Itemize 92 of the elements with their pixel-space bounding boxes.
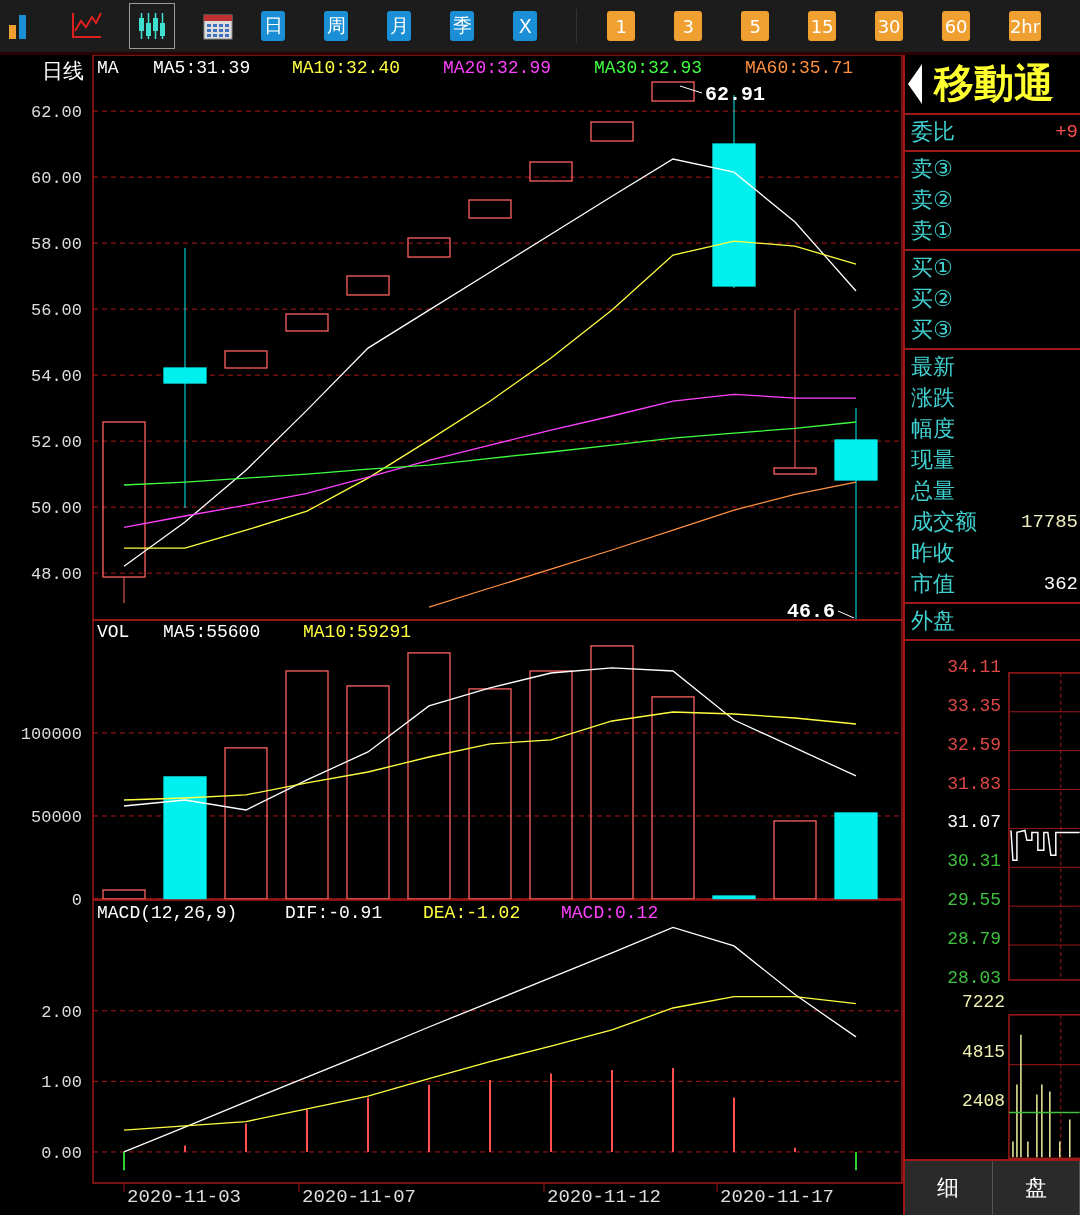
period-button[interactable]: 周 [324, 11, 349, 41]
legend-label: MACD(12,26,9) [97, 903, 238, 923]
axis-label: 29.55 [947, 890, 1001, 910]
axis-label: 48.00 [31, 565, 82, 585]
legend-label: MA5:55600 [163, 622, 261, 642]
legend-label: VOL [97, 622, 130, 642]
axis-label: 28.79 [947, 928, 1001, 949]
axis-label: 58.00 [31, 235, 82, 255]
legend-label: MA60:35.71 [745, 58, 854, 78]
axis-label: 28.03 [947, 967, 1001, 988]
axis-label: 31.83 [947, 773, 1001, 794]
period-button[interactable]: 2hr [1009, 11, 1041, 41]
candlestick [285, 313, 329, 332]
field-label: 买① [911, 254, 953, 283]
legend-label: MA20:32.99 [443, 58, 552, 78]
candlestick [224, 350, 268, 369]
field-value: 17785 [1021, 511, 1078, 534]
period-button[interactable]: 月 [387, 11, 412, 41]
field-label: 总量 [911, 477, 955, 506]
axis-label: 0.00 [41, 1143, 82, 1163]
field-label: 最新 [911, 353, 955, 382]
axis-label: 2408 [961, 1090, 1005, 1111]
date-label: 2020-11-07 [302, 1186, 417, 1208]
date-label: 2020-11-17 [720, 1186, 835, 1208]
candlestick [407, 237, 451, 258]
legend-label: MA10:32.40 [292, 58, 401, 78]
field-label: 委比 [911, 118, 955, 147]
high-price-label: 62.91 [705, 83, 765, 106]
stock-name: 移動通 [934, 59, 1054, 109]
field-label: 买② [911, 285, 953, 314]
axis-label: 34.11 [947, 656, 1001, 677]
leader-line [679, 85, 703, 94]
period-button[interactable]: X [513, 11, 538, 41]
field-label: 涨跌 [911, 384, 955, 413]
date-label: 2020-11-03 [127, 1186, 242, 1208]
axis-label: 56.00 [31, 301, 82, 321]
period-button[interactable]: 30 [875, 11, 904, 41]
left-triangle-icon[interactable] [908, 63, 922, 104]
period-button[interactable]: 1 [607, 11, 636, 41]
axis-label: 32.59 [947, 734, 1001, 755]
axis-label: 33.35 [947, 695, 1001, 716]
legend-label: MACD:0.12 [561, 903, 659, 923]
candlestick [529, 161, 573, 182]
intraday-price-line [1010, 829, 1080, 861]
axis-label: 2.00 [41, 1002, 82, 1022]
field-label: 卖③ [911, 155, 953, 184]
chart-type-button[interactable] [129, 3, 176, 49]
field-label: 成交额 [911, 508, 977, 537]
legend-label: DIF:-0.91 [285, 903, 383, 923]
period-label: 日线 [42, 61, 84, 84]
legend-label: MA10:59291 [303, 622, 412, 642]
legend-label: MA30:32.93 [594, 58, 703, 78]
legend-label: MA5:31.39 [153, 58, 251, 78]
axis-label: 30.31 [947, 851, 1001, 872]
candlestick [468, 199, 512, 219]
axis-label: 60.00 [31, 169, 82, 189]
candlestick [651, 81, 695, 102]
date-label: 2020-11-12 [547, 1186, 662, 1208]
legend-label: MA [97, 58, 119, 78]
axis-label: 100000 [20, 724, 82, 744]
legend-label: DEA:-1.02 [423, 903, 521, 923]
field-label: 市值 [911, 570, 955, 599]
field-label: 买③ [911, 316, 953, 345]
axis-label: 54.00 [31, 367, 82, 387]
field-label: 卖② [911, 186, 953, 215]
axis-label: 0 [71, 891, 82, 910]
axis-label: 50000 [31, 807, 82, 827]
candlestick [590, 121, 634, 142]
low-price-label: 46.6 [787, 600, 835, 623]
axis-label: 7222 [961, 991, 1005, 1012]
axis-label: 4815 [961, 1041, 1005, 1062]
field-label: 外盘 [911, 607, 955, 636]
field-value: +9 [1055, 121, 1078, 144]
candlestick [346, 275, 390, 296]
axis-label: 52.00 [31, 433, 82, 453]
period-button[interactable]: 60 [942, 11, 971, 41]
period-button[interactable]: 季 [450, 11, 475, 41]
axis-label: 1.00 [41, 1073, 82, 1093]
field-label: 现量 [911, 446, 955, 475]
period-button[interactable]: 15 [808, 11, 837, 41]
field-value: 362 [1043, 573, 1078, 596]
average-volume-line [1008, 1111, 1080, 1114]
field-label: 昨收 [911, 539, 955, 568]
period-button[interactable]: 日 [261, 11, 286, 41]
axis-label: 62.00 [31, 103, 82, 123]
period-button[interactable]: 3 [674, 11, 703, 41]
axis-label: 31.07 [947, 812, 1001, 833]
leader-line [837, 610, 855, 619]
field-label: 卖① [911, 217, 953, 246]
period-button[interactable]: 5 [741, 11, 770, 41]
axis-label: 50.00 [31, 499, 82, 519]
field-label: 幅度 [911, 415, 955, 444]
